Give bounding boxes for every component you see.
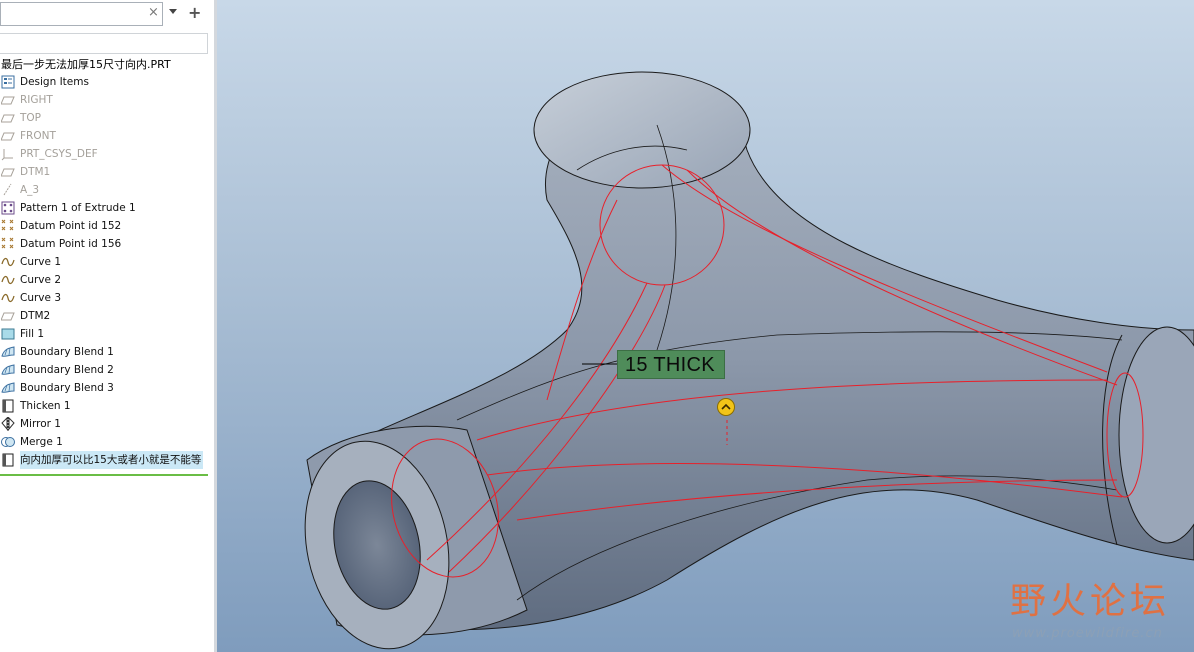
tree-item[interactable]: Design Items: [0, 73, 214, 91]
tree-item-label: Boundary Blend 3: [20, 382, 114, 394]
datum-plane-icon: [0, 111, 15, 125]
model-tree: Design Items RIGHT TOP FRONT PRT_CSYS_DEF DTM…: [0, 73, 214, 469]
tree-item[interactable]: Curve 1: [0, 253, 214, 271]
insert-here-indicator[interactable]: [0, 474, 208, 476]
boundary-blend-icon: [1, 345, 15, 359]
tree-item-label: Datum Point id 152: [20, 220, 122, 232]
thicken-icon: [1, 453, 15, 467]
tree-item-label: Boundary Blend 2: [20, 364, 114, 376]
tree-item[interactable]: Merge 1: [0, 433, 214, 451]
datum-axis-icon: [1, 183, 15, 197]
tree-item[interactable]: FRONT: [0, 127, 214, 145]
tree-item-label: DTM2: [20, 310, 51, 322]
datum-point-icon: [1, 237, 15, 251]
tree-item-label: FRONT: [20, 130, 56, 142]
tree-item-label: Fill 1: [20, 328, 45, 340]
tree-item[interactable]: RIGHT: [0, 91, 214, 109]
flip-direction-icon[interactable]: [717, 398, 735, 416]
tree-item-label: Datum Point id 156: [20, 238, 122, 250]
tree-item[interactable]: Mirror 1: [0, 415, 214, 433]
graphics-viewport[interactable]: [217, 0, 1194, 652]
dropdown-arrow-icon[interactable]: [169, 9, 177, 14]
search-input[interactable]: [0, 2, 163, 26]
tree-item[interactable]: TOP: [0, 109, 214, 127]
clear-search-icon[interactable]: ×: [148, 6, 159, 20]
datum-plane-icon: [0, 129, 15, 143]
tree-item[interactable]: Boundary Blend 2: [0, 361, 214, 379]
tree-item[interactable]: Datum Point id 152: [0, 217, 214, 235]
tree-item-label: Design Items: [20, 76, 89, 88]
tree-item[interactable]: 向内加厚可以比15大或者小就是不能等: [0, 451, 214, 469]
curve-icon: [1, 291, 15, 305]
tree-item[interactable]: PRT_CSYS_DEF: [0, 145, 214, 163]
mirror-icon: [1, 416, 15, 431]
tree-item[interactable]: Boundary Blend 3: [0, 379, 214, 397]
tree-item-label: RIGHT: [20, 94, 53, 106]
watermark-url: www.proewildfire.cn: [1012, 626, 1163, 641]
watermark-logo: 野火论坛: [1010, 581, 1171, 622]
pattern-icon: [1, 201, 15, 215]
curve-icon: [1, 255, 15, 269]
tree-item[interactable]: Datum Point id 156: [0, 235, 214, 253]
tree-item-label: 向内加厚可以比15大或者小就是不能等: [20, 451, 204, 469]
tree-item[interactable]: Curve 3: [0, 289, 214, 307]
design-items-icon: [1, 75, 15, 89]
tree-item-label: Curve 2: [20, 274, 61, 286]
datum-plane-icon: [0, 93, 15, 107]
merge-icon: [1, 435, 15, 449]
tree-item[interactable]: Curve 2: [0, 271, 214, 289]
tree-item[interactable]: Fill 1: [0, 325, 214, 343]
tree-item[interactable]: Boundary Blend 1: [0, 343, 214, 361]
tree-item[interactable]: Pattern 1 of Extrude 1: [0, 199, 214, 217]
add-column-button[interactable]: +: [188, 3, 201, 23]
tree-item-label: Thicken 1: [20, 400, 71, 412]
boundary-blend-icon: [1, 381, 15, 395]
tree-item-label: Mirror 1: [20, 418, 61, 430]
datum-plane-icon: [0, 309, 15, 323]
tree-item[interactable]: DTM1: [0, 163, 214, 181]
tree-item-label: TOP: [20, 112, 42, 124]
tree-item-label: Merge 1: [20, 436, 63, 448]
tree-item[interactable]: Thicken 1: [0, 397, 214, 415]
tree-item[interactable]: A_3: [0, 181, 214, 199]
curve-icon: [1, 273, 15, 287]
boundary-blend-icon: [1, 363, 15, 377]
model-root-name[interactable]: 最后一步无法加厚15尺寸向内.PRT: [1, 56, 171, 72]
fill-icon: [1, 327, 15, 341]
tree-filter-bar[interactable]: [0, 33, 208, 54]
datum-plane-icon: [0, 165, 15, 179]
csys-icon: [1, 147, 15, 161]
model-tree-panel: × + 最后一步无法加厚15尺寸向内.PRT Design Items RIGHT…: [0, 0, 214, 652]
tree-item-label: Pattern 1 of Extrude 1: [20, 202, 136, 214]
tree-item-label: A_3: [20, 184, 40, 196]
thicken-icon: [1, 399, 15, 413]
part-model[interactable]: [217, 0, 1194, 652]
tree-item-label: Curve 3: [20, 292, 61, 304]
datum-point-icon: [1, 219, 15, 233]
thickness-dimension-label[interactable]: 15 THICK: [625, 352, 715, 378]
tree-item-label: Boundary Blend 1: [20, 346, 114, 358]
tree-item-label: Curve 1: [20, 256, 61, 268]
tree-item[interactable]: DTM2: [0, 307, 214, 325]
tree-item-label: PRT_CSYS_DEF: [20, 148, 98, 160]
tree-item-label: DTM1: [20, 166, 51, 178]
